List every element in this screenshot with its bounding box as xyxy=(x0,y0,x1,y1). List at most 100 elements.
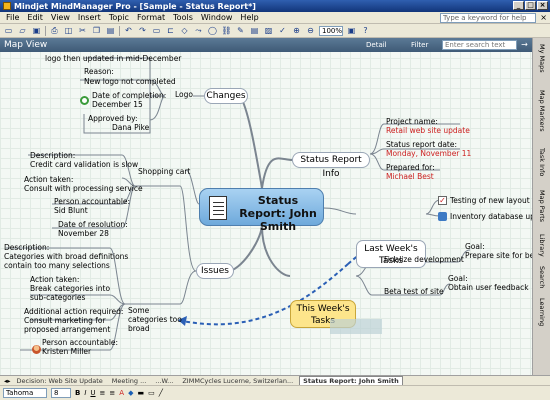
font-color-icon[interactable]: A xyxy=(119,389,124,397)
doc-tab-active[interactable]: Status Report: John Smith xyxy=(299,376,403,385)
menu-insert[interactable]: Insert xyxy=(74,13,105,22)
insert-topic-icon[interactable]: ▭ xyxy=(151,25,162,36)
close-button[interactable]: × xyxy=(537,1,548,10)
topic-changes[interactable]: Changes xyxy=(204,88,248,104)
callout-icon[interactable]: ◇ xyxy=(179,25,190,36)
resolution-value[interactable]: November 28 xyxy=(58,229,109,238)
project-value[interactable]: Retail web site update xyxy=(386,126,470,135)
topic-shopping-cart[interactable]: Shopping cart xyxy=(138,167,190,176)
doc-tab[interactable]: ZIMMCycles Lucerne, Switzerlan... xyxy=(179,377,296,385)
search-go-icon[interactable]: → xyxy=(519,40,530,50)
menu-topic[interactable]: Topic xyxy=(105,13,133,22)
font-size-select[interactable]: 8 xyxy=(51,388,71,398)
resolution-label[interactable]: Date of resolution: xyxy=(58,220,128,229)
completion-label[interactable]: Date of completion: xyxy=(92,91,166,100)
attachment-icon[interactable]: ✎ xyxy=(235,25,246,36)
underline-icon[interactable]: U xyxy=(90,389,95,397)
close-doc-icon[interactable]: × xyxy=(540,13,547,22)
tab-scroll-left-icon[interactable]: ◂▸ xyxy=(4,377,11,385)
tab-map-markers[interactable]: Map Markers xyxy=(536,90,548,132)
subtopic-icon[interactable]: ⊏ xyxy=(165,25,176,36)
menu-file[interactable]: File xyxy=(2,13,23,22)
person2-value[interactable]: Kristen Miller xyxy=(42,347,91,356)
fill-color-icon[interactable]: ◆ xyxy=(128,389,133,397)
addl-line2[interactable]: proposed arrangement xyxy=(24,325,110,334)
approved-label[interactable]: Approved by: xyxy=(88,114,138,123)
central-topic[interactable]: Status Report: John Smith xyxy=(199,188,324,233)
approved-value[interactable]: Dana Pike xyxy=(112,123,149,132)
action-label[interactable]: Action taken: xyxy=(24,175,73,184)
report-date-value[interactable]: Monday, November 11 xyxy=(386,149,471,158)
action-value[interactable]: Consult with processing service xyxy=(24,184,143,193)
action2-line1[interactable]: Break categories into xyxy=(30,284,110,293)
reason-value[interactable]: New logo not completed xyxy=(84,77,176,86)
topic-logo[interactable]: Logo xyxy=(175,90,193,99)
preview-icon[interactable]: ◫ xyxy=(63,25,74,36)
filter-button[interactable]: Filter xyxy=(411,41,428,49)
reason-label[interactable]: Reason: xyxy=(84,67,114,76)
italic-icon[interactable]: I xyxy=(84,389,86,397)
addl-label[interactable]: Additional action required: xyxy=(24,307,123,316)
person-label[interactable]: Person accountable: xyxy=(54,197,130,206)
undo-icon[interactable]: ↶ xyxy=(123,25,134,36)
desc-value[interactable]: Credit card validation is slow xyxy=(30,160,138,169)
shape-icon[interactable]: ▭ xyxy=(148,389,155,397)
paste-icon[interactable]: ▤ xyxy=(105,25,116,36)
person2-label[interactable]: Person accountable: xyxy=(42,338,118,347)
task-finalize-dev[interactable]: Finalize development xyxy=(384,255,464,264)
task-testing-layout[interactable]: Testing of new layout xyxy=(450,196,530,205)
menu-tools[interactable]: Tools xyxy=(169,13,197,22)
menu-help[interactable]: Help xyxy=(236,13,262,22)
action2-label[interactable]: Action taken: xyxy=(30,275,79,284)
report-date-label[interactable]: Status report date: xyxy=(386,140,457,149)
doc-tab[interactable]: ...W... xyxy=(152,377,176,385)
tab-learning[interactable]: Learning xyxy=(536,298,548,326)
spell-icon[interactable]: ✓ xyxy=(277,25,288,36)
line-style-icon[interactable]: ╱ xyxy=(159,389,163,397)
detail-button[interactable]: Detail xyxy=(366,41,387,49)
save-icon[interactable]: ▣ xyxy=(31,25,42,36)
new-map-icon[interactable]: ▭ xyxy=(3,25,14,36)
prepared-label[interactable]: Prepared for: xyxy=(386,163,435,172)
topic-some-categories[interactable]: Some categories too broad xyxy=(128,306,188,333)
font-select[interactable]: Tahoma xyxy=(3,388,47,398)
zoom-field[interactable]: 100% xyxy=(319,25,343,36)
project-label[interactable]: Project name: xyxy=(386,117,438,126)
tab-map-parts[interactable]: Map Parts xyxy=(536,190,548,222)
person-value[interactable]: Sid Blunt xyxy=(54,206,88,215)
menu-edit[interactable]: Edit xyxy=(23,13,47,22)
boundary-icon[interactable]: ◯ xyxy=(207,25,218,36)
align-left-icon[interactable]: ≡ xyxy=(100,389,106,397)
tab-task-info[interactable]: Task Info xyxy=(536,148,548,176)
desc2-label[interactable]: Description: xyxy=(4,243,49,252)
completion-value[interactable]: December 15 xyxy=(92,100,143,109)
action2-line2[interactable]: sub-categories xyxy=(30,293,85,302)
goal2-value[interactable]: Obtain user feedback xyxy=(448,283,529,292)
link-icon[interactable]: ⛓ xyxy=(221,25,232,36)
print-icon[interactable]: ⎙ xyxy=(49,25,60,36)
logo-top-note[interactable]: logo then updated in mid-December xyxy=(45,54,181,63)
map-view-title[interactable]: Map View xyxy=(0,40,47,50)
topic-status-report-info[interactable]: Status Report Info xyxy=(292,152,370,179)
fit-map-icon[interactable]: ▣ xyxy=(346,25,357,36)
topic-issues[interactable]: Issues xyxy=(196,263,234,279)
desc2-line2[interactable]: contain too many selections xyxy=(4,261,110,270)
goal1-label[interactable]: Goal: xyxy=(465,242,485,251)
map-search-input[interactable]: Enter search text xyxy=(442,40,517,50)
doc-tab[interactable]: Decision: Web Site Update xyxy=(14,377,106,385)
relationship-icon[interactable]: ⤳ xyxy=(193,25,204,36)
tab-search[interactable]: Search xyxy=(536,266,548,288)
maximize-button[interactable]: □ xyxy=(525,1,536,10)
align-center-icon[interactable]: ≡ xyxy=(109,389,115,397)
task-inventory-db[interactable]: Inventory database upd xyxy=(450,212,532,221)
zoom-in-icon[interactable]: ⊕ xyxy=(291,25,302,36)
desc-label[interactable]: Description: xyxy=(30,151,75,160)
bold-icon[interactable]: B xyxy=(75,389,80,397)
doc-tab[interactable]: Meeting ... xyxy=(109,377,149,385)
line-color-icon[interactable]: ▬ xyxy=(137,389,144,397)
goal2-label[interactable]: Goal: xyxy=(448,274,468,283)
minimize-button[interactable]: _ xyxy=(513,1,524,10)
tab-library[interactable]: Library xyxy=(536,234,548,257)
goal1-value[interactable]: Prepare site for be xyxy=(465,251,532,260)
cut-icon[interactable]: ✂ xyxy=(77,25,88,36)
